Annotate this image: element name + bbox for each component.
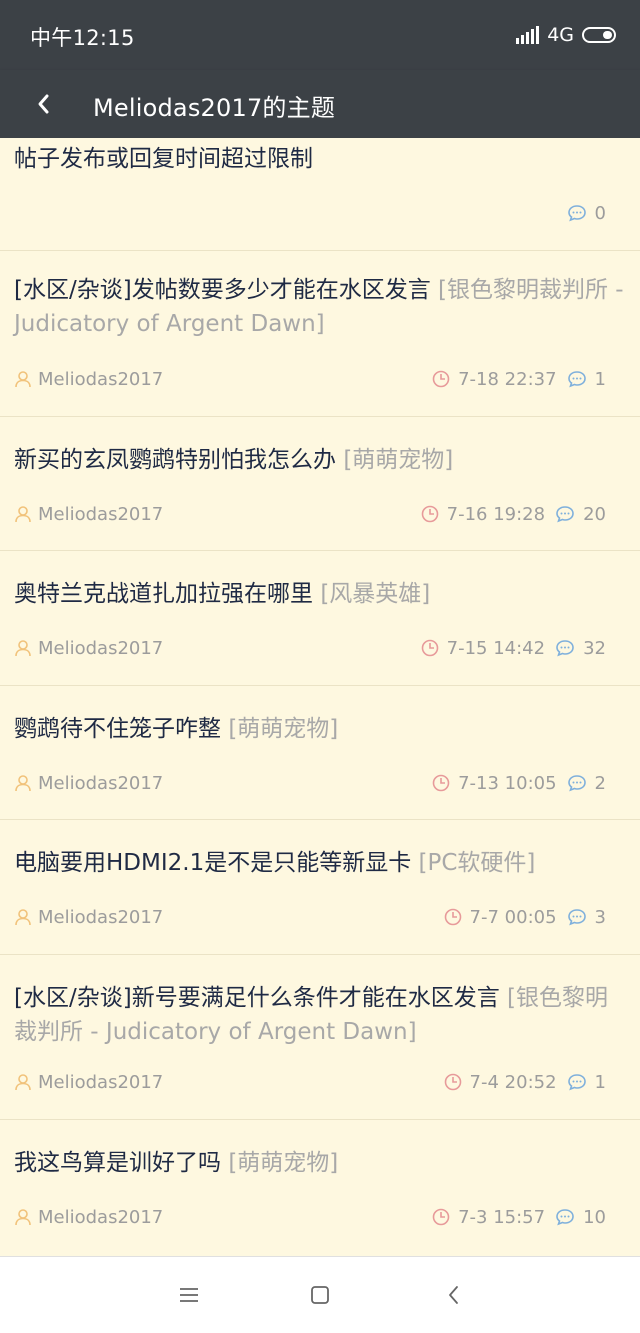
post-author: Meliodas2017 (14, 1072, 163, 1093)
post-meta: 0 (14, 200, 606, 226)
comment-icon (556, 640, 574, 657)
battery-icon (582, 27, 616, 43)
post-meta: Meliodas2017 7-18 22:37 1 (14, 366, 606, 392)
list-item[interactable]: 新买的玄凤鹦鹉特别怕我怎么办 [萌萌宠物] Meliodas2017 7-16 … (0, 417, 640, 551)
page-title: Meliodas2017的主题 (93, 94, 336, 122)
post-date: 7-3 15:57 (432, 1207, 545, 1228)
post-date: 7-4 20:52 (444, 1072, 557, 1093)
user-icon (15, 506, 31, 523)
post-author: Meliodas2017 (14, 1207, 163, 1228)
post-author: Meliodas2017 (14, 907, 163, 928)
post-meta: Meliodas2017 7-4 20:52 1 (14, 1069, 606, 1095)
post-category: [萌萌宠物] (343, 447, 454, 473)
post-date: 7-16 19:28 (421, 504, 545, 525)
list-item[interactable]: 帖子发布或回复时间超过限制 0 (0, 138, 640, 251)
comment-icon (556, 506, 574, 523)
status-indicators: 4G (516, 22, 616, 48)
status-time: 中午12:15 (30, 26, 135, 50)
comment-icon (556, 1209, 574, 1226)
post-date: 7-7 00:05 (444, 907, 557, 928)
back-button[interactable] (26, 86, 62, 122)
post-title: 奥特兰克战道扎加拉强在哪里 [风暴英雄] (14, 581, 431, 607)
chevron-left-icon (38, 94, 49, 114)
user-icon (15, 775, 31, 792)
clock-icon (421, 505, 438, 523)
clock-icon (444, 908, 461, 926)
nav-home-button[interactable] (306, 1281, 334, 1309)
network-type: 4G (547, 24, 574, 46)
reply-count: 0 (567, 203, 606, 224)
post-date: 7-18 22:37 (432, 369, 557, 390)
post-author: Meliodas2017 (14, 369, 163, 390)
comment-icon (567, 1074, 586, 1091)
system-nav-bar (0, 1256, 640, 1333)
post-author: Meliodas2017 (14, 504, 163, 525)
post-category: [风暴英雄] (320, 581, 431, 607)
nav-menu-button[interactable] (175, 1281, 203, 1309)
status-bar: 中午12:15 4G (0, 0, 640, 70)
post-title: 新买的玄凤鹦鹉特别怕我怎么办 [萌萌宠物] (14, 447, 454, 473)
post-meta: Meliodas2017 7-15 14:42 32 (14, 635, 606, 661)
list-item[interactable]: 鹦鹉待不住笼子咋整 [萌萌宠物] Meliodas2017 7-13 10:05… (0, 686, 640, 820)
square-icon (311, 1286, 329, 1304)
post-list: 帖子发布或回复时间超过限制 0 [水区/杂谈]发帖数要多少才能在水区发言 [银色… (0, 138, 640, 1255)
nav-back-button[interactable] (440, 1281, 468, 1309)
post-meta: Meliodas2017 7-16 19:28 20 (14, 501, 606, 527)
menu-icon (180, 1288, 198, 1302)
user-icon (15, 1209, 31, 1226)
reply-count: 2 (567, 773, 606, 794)
clock-icon (444, 1073, 461, 1091)
user-icon (15, 640, 31, 657)
post-title: 帖子发布或回复时间超过限制 (14, 146, 313, 172)
chevron-left-icon (449, 1286, 458, 1304)
list-item[interactable]: 电脑要用HDMI2.1是不是只能等新显卡 [PC软硬件] Meliodas201… (0, 820, 640, 955)
post-category: [PC软硬件] (418, 850, 536, 876)
list-item[interactable]: 我这鸟算是训好了吗 [萌萌宠物] Meliodas2017 7-3 15:57 … (0, 1120, 640, 1255)
clock-icon (421, 639, 438, 657)
user-icon (15, 371, 31, 388)
user-icon (15, 1074, 31, 1091)
comment-icon (567, 371, 586, 388)
post-category: [萌萌宠物] (228, 716, 339, 742)
post-title: [水区/杂谈]发帖数要多少才能在水区发言 [银色黎明裁判所 - Judicato… (14, 277, 624, 337)
post-category: [萌萌宠物] (228, 1150, 339, 1176)
clock-icon (432, 370, 450, 388)
comment-icon (567, 909, 586, 926)
comment-icon (567, 205, 586, 222)
post-meta: Meliodas2017 7-13 10:05 2 (14, 770, 606, 796)
list-item[interactable]: [水区/杂谈]发帖数要多少才能在水区发言 [银色黎明裁判所 - Judicato… (0, 251, 640, 417)
app-bar: Meliodas2017的主题 (0, 70, 640, 138)
comment-icon (567, 775, 586, 792)
reply-count: 20 (555, 504, 606, 525)
post-date: 7-13 10:05 (432, 773, 557, 794)
post-title: 我这鸟算是训好了吗 [萌萌宠物] (14, 1150, 339, 1176)
clock-icon (432, 774, 450, 792)
signal-icon (516, 26, 540, 44)
post-title: [水区/杂谈]新号要满足什么条件才能在水区发言 [银色黎明裁判所 - Judic… (14, 985, 608, 1045)
reply-count: 32 (555, 638, 606, 659)
list-item[interactable]: 奥特兰克战道扎加拉强在哪里 [风暴英雄] Meliodas2017 7-15 1… (0, 551, 640, 686)
post-date: 7-15 14:42 (421, 638, 545, 659)
list-item[interactable]: [水区/杂谈]新号要满足什么条件才能在水区发言 [银色黎明裁判所 - Judic… (0, 955, 640, 1120)
user-icon (15, 909, 31, 926)
reply-count: 10 (555, 1207, 606, 1228)
post-title: 电脑要用HDMI2.1是不是只能等新显卡 [PC软硬件] (14, 850, 536, 876)
post-meta: Meliodas2017 7-7 00:05 3 (14, 904, 606, 930)
reply-count: 3 (567, 907, 606, 928)
post-meta: Meliodas2017 7-3 15:57 10 (14, 1204, 606, 1230)
post-author: Meliodas2017 (14, 773, 163, 794)
clock-icon (432, 1208, 450, 1226)
post-author: Meliodas2017 (14, 638, 163, 659)
reply-count: 1 (567, 1072, 606, 1093)
reply-count: 1 (567, 369, 606, 390)
post-title: 鹦鹉待不住笼子咋整 [萌萌宠物] (14, 716, 339, 742)
